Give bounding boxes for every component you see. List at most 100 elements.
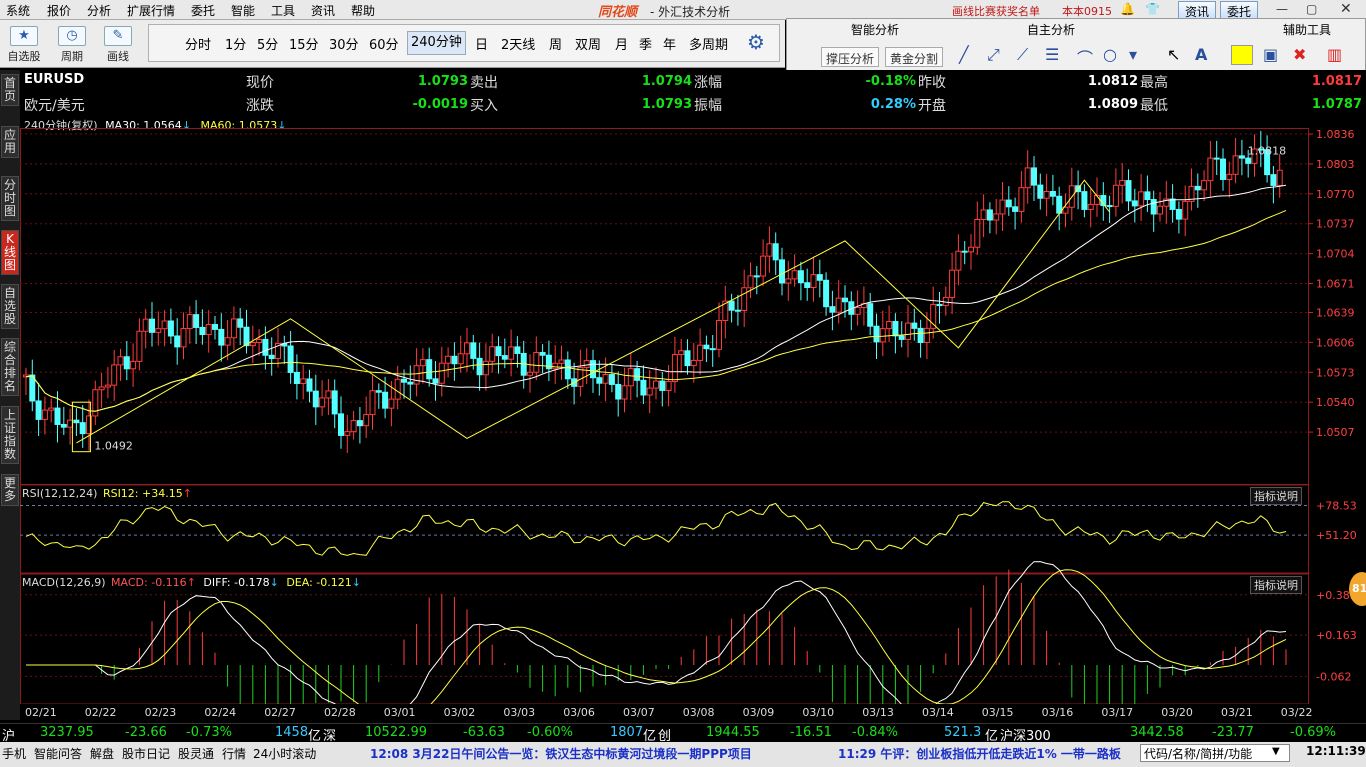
rsi-explain-button[interactable]: 指标说明 xyxy=(1250,487,1302,505)
save-drawing-icon[interactable]: ▣ xyxy=(1263,45,1278,64)
close-icon[interactable]: ✕ xyxy=(1340,1,1352,17)
candle-body xyxy=(671,354,678,383)
footer-tab-quote[interactable]: 行情 xyxy=(222,745,246,762)
erase-all-icon[interactable]: ▥ xyxy=(1327,45,1342,64)
period-month[interactable]: 月 xyxy=(615,34,628,53)
menu-system[interactable]: 系统 xyxy=(6,2,30,19)
candle-body xyxy=(438,362,445,384)
period-2day[interactable]: 2天线 xyxy=(501,34,535,53)
news-ticker-2[interactable]: 11:29 午评：创业板指低开低走跌近1% 一带一路板 xyxy=(838,745,1136,762)
sidebar-item-more[interactable]: 更多 xyxy=(1,474,19,506)
footer-tab-24h[interactable]: 24小时滚动 xyxy=(253,745,316,762)
ray-tool-icon[interactable]: ⟋ xyxy=(1017,45,1028,65)
hs300-index[interactable]: 3442.58 xyxy=(1130,725,1184,740)
search-dropdown-icon[interactable]: ▼ xyxy=(1272,746,1280,757)
period-15min[interactable]: 15分 xyxy=(289,34,319,53)
period-60min[interactable]: 60分 xyxy=(369,34,399,53)
footer-tab-mobile[interactable]: 手机 xyxy=(2,745,26,762)
delete-drawing-icon[interactable]: ✖ xyxy=(1293,45,1306,64)
golden-section-button[interactable]: 黄金分割 xyxy=(885,47,944,67)
candle-body xyxy=(615,383,622,400)
candle-body xyxy=(527,371,533,376)
menu-trade[interactable]: 委托 xyxy=(191,2,215,19)
period-week[interactable]: 周 xyxy=(549,34,562,53)
period-240min[interactable]: 240分钟 xyxy=(407,31,466,55)
sidebar-item-home[interactable]: 首页 xyxy=(1,74,19,106)
watchlist-tool[interactable]: ★ 自选股 xyxy=(4,22,44,66)
kline-chart[interactable]: 1.0836 1.0803 1.0770 1.0737 1.0704 1.0671 1.06… xyxy=(20,128,1366,704)
value-change-pct: -0.18% xyxy=(865,74,917,89)
cursor-icon[interactable]: ↖ xyxy=(1167,45,1180,64)
support-analysis-button[interactable]: 撑压分析 xyxy=(821,47,880,67)
period-tick[interactable]: 分时 xyxy=(185,34,211,53)
candle-body xyxy=(1207,157,1214,182)
shirt-icon[interactable]: 👕 xyxy=(1145,2,1160,16)
menu-ext-quote[interactable]: 扩展行情 xyxy=(127,2,175,19)
period-5min[interactable]: 5分 xyxy=(257,34,278,53)
account-name[interactable]: 本本0915 xyxy=(1062,3,1112,19)
text-tool-icon[interactable]: A xyxy=(1195,45,1207,64)
macd-explain-button[interactable]: 指标说明 xyxy=(1250,576,1302,594)
minimize-icon[interactable]: — xyxy=(1276,2,1288,16)
sz-index[interactable]: 10522.99 xyxy=(365,725,427,740)
footer-tab-diary[interactable]: 股市日记 xyxy=(122,745,170,762)
cy-index[interactable]: 1944.55 xyxy=(706,725,760,740)
menu-tools[interactable]: 工具 xyxy=(271,2,295,19)
period-2week[interactable]: 双周 xyxy=(575,34,601,53)
period-multi[interactable]: 多周期 xyxy=(689,34,728,53)
label-amplitude: 振幅 xyxy=(694,98,722,114)
footer-tab-qa[interactable]: 智能问答 xyxy=(34,745,82,762)
candle-body xyxy=(659,380,666,391)
menu-analysis[interactable]: 分析 xyxy=(87,2,111,19)
quote-header: EURUSD 欧元/美元 现价 1.0793 卖出 1.0794 涨幅 -0.1… xyxy=(20,70,1366,118)
gear-icon[interactable]: ⚙ xyxy=(747,30,765,54)
period-1min[interactable]: 1分 xyxy=(225,34,246,53)
sidebar-item-watchlist[interactable]: 自选股 xyxy=(1,284,19,329)
period-quarter[interactable]: 季 xyxy=(639,34,652,53)
label-change-pct: 涨幅 xyxy=(694,75,722,91)
more-tools-icon[interactable]: ▾ xyxy=(1129,45,1137,64)
promo-link[interactable]: 画线比赛获奖名单 xyxy=(952,3,1040,19)
maximize-icon[interactable]: ▢ xyxy=(1306,2,1317,16)
period-30min[interactable]: 30分 xyxy=(329,34,359,53)
sidebar-item-ranking[interactable]: 综合排名 xyxy=(1,338,19,396)
candle-body xyxy=(646,387,653,396)
segment-tool-icon[interactable]: ⤢ xyxy=(987,45,1000,65)
label-prev-close: 昨收 xyxy=(918,75,946,91)
label-sell: 卖出 xyxy=(470,75,498,91)
candle-body xyxy=(325,390,332,399)
news-button[interactable]: 资讯 xyxy=(1178,1,1217,19)
sidebar-item-sh-index[interactable]: 上证指数 xyxy=(1,406,19,464)
sh-index[interactable]: 3237.95 xyxy=(40,725,94,740)
period-day[interactable]: 日 xyxy=(475,34,488,53)
candle-body xyxy=(810,274,817,288)
period-year[interactable]: 年 xyxy=(663,34,676,53)
search-input[interactable]: 代码/名称/简拼/功能 xyxy=(1140,744,1290,762)
trade-button[interactable]: 委托 xyxy=(1220,1,1259,19)
candle-body xyxy=(73,419,80,424)
candle-body xyxy=(747,275,754,289)
sidebar-item-apps[interactable]: 应用 xyxy=(1,126,19,158)
circle-tool-icon[interactable]: ○ xyxy=(1103,45,1117,64)
line-tool-icon[interactable]: ╱ xyxy=(959,45,969,64)
footer-tab-gutong[interactable]: 股灵通 xyxy=(178,745,214,762)
candle-body xyxy=(174,335,181,348)
sidebar-item-kline[interactable]: K线图 xyxy=(1,230,19,275)
candle-body xyxy=(1018,187,1025,212)
draw-tool[interactable]: ✎ 画线 xyxy=(98,22,138,66)
channel-tool-icon[interactable]: ☰ xyxy=(1045,45,1059,64)
menu-quote[interactable]: 报价 xyxy=(47,2,71,19)
menu-smart[interactable]: 智能 xyxy=(231,2,255,19)
menu-help[interactable]: 帮助 xyxy=(351,2,375,19)
bell-icon[interactable]: 🔔 xyxy=(1120,2,1135,16)
arc-tool-icon[interactable]: ⌒ xyxy=(1077,45,1093,69)
color-swatch-icon[interactable] xyxy=(1231,45,1253,65)
date-tick-label: 03/16 xyxy=(1041,706,1074,719)
period-tool[interactable]: ◷ 周期 xyxy=(52,22,92,66)
candle-body xyxy=(1081,191,1088,210)
sidebar-item-timeshare[interactable]: 分时图 xyxy=(1,176,19,221)
news-ticker-1[interactable]: 12:08 3月22日午间公告一览：铁汉生态中标黄河过境段一期PPP项目 xyxy=(370,745,752,762)
label-change: 涨跌 xyxy=(246,98,274,114)
menu-news[interactable]: 资讯 xyxy=(311,2,335,19)
footer-tab-analysis[interactable]: 解盘 xyxy=(90,745,114,762)
